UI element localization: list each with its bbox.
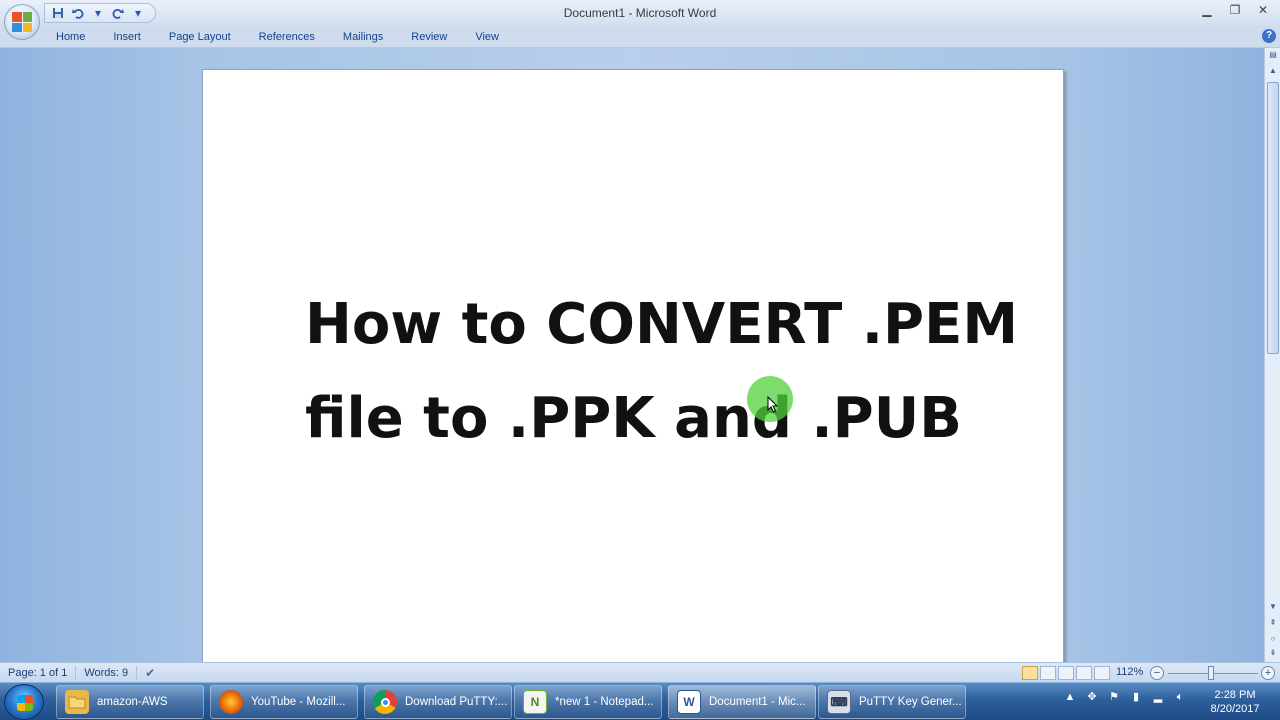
mouse-pointer-icon [767,396,779,413]
previous-page-icon[interactable]: ⇞ [1266,616,1280,630]
ribbon-tab-bar: Home Insert Page Layout References Maili… [0,26,1280,48]
chrome-icon [373,690,397,714]
browse-object-icon[interactable]: ○ [1266,632,1280,646]
zoom-level[interactable]: 112% [1116,666,1143,678]
outline-view-button[interactable] [1076,666,1092,680]
taskbar-item-chrome[interactable]: Download PuTTY:... [364,685,512,719]
battery-icon[interactable]: ▮ [1128,689,1144,705]
tab-mailings[interactable]: Mailings [329,26,397,48]
taskbar-clock[interactable]: 2:28 PM 8/20/2017 [1202,688,1268,716]
chevron-down-icon[interactable]: ▾ [91,6,105,20]
taskbar-item-label: YouTube - Mozill... [251,696,346,708]
document-page[interactable]: How to CONVERT .PEM file to .PPK and .PU… [202,69,1064,662]
close-icon[interactable]: ✕ [1254,2,1272,18]
office-logo-icon [12,12,32,32]
document-text-line[interactable]: How to CONVERT .PEM [305,292,1018,357]
zoom-slider-thumb[interactable] [1208,666,1214,680]
redo-icon[interactable] [111,6,125,20]
system-tray: ▲ ✥ ⚑ ▮ ▂ 🔈︎ [1062,689,1188,705]
page-count[interactable]: Page: 1 of 1 [0,665,77,680]
taskbar-item-label: Download PuTTY:... [405,696,508,708]
draft-view-button[interactable] [1094,666,1110,680]
firefox-icon [219,690,243,714]
clock-time: 2:28 PM [1214,689,1256,701]
taskbar-item-word[interactable]: W Document1 - Mic... [668,685,816,719]
word-icon: W [677,690,701,714]
scroll-up-icon[interactable]: ▲ [1266,64,1280,78]
taskbar-item-amazon-aws[interactable]: amazon-AWS [56,685,204,719]
view-ruler-icon[interactable]: ▤ [1266,48,1280,62]
print-layout-view-button[interactable] [1022,666,1038,680]
save-icon[interactable] [51,6,65,20]
quick-access-toolbar: ▾ ▾ [44,3,156,23]
taskbar-item-notepad-plus-plus[interactable]: N *new 1 - Notepad... [514,685,662,719]
flag-icon[interactable]: ⚑ [1106,689,1122,705]
tab-home[interactable]: Home [42,26,99,48]
scroll-down-icon[interactable]: ▼ [1266,600,1280,614]
status-bar: Page: 1 of 1 Words: 9 ✔ 112% − + [0,662,1280,682]
taskbar-item-label: amazon-AWS [97,696,168,708]
window-controls: ▁ ❐ ✕ [1198,2,1272,18]
full-screen-reading-view-button[interactable] [1040,666,1056,680]
taskbar-item-puttygen[interactable]: ⌨ PuTTY Key Gener... [818,685,966,719]
zoom-out-button[interactable]: − [1150,666,1164,680]
puttygen-icon: ⌨ [827,690,851,714]
next-page-icon[interactable]: ⇟ [1266,646,1280,660]
taskbar-item-label: *new 1 - Notepad... [555,696,654,708]
title-bar: Document1 - Microsoft Word ▾ ▾ ▁ ❐ ✕ [0,0,1280,26]
start-button[interactable] [4,684,44,720]
customize-qat-icon[interactable]: ▾ [131,6,145,20]
taskbar-item-label: PuTTY Key Gener... [859,696,962,708]
window-title: Document1 - Microsoft Word [563,6,717,20]
help-icon[interactable]: ? [1262,29,1276,43]
zoom-in-button[interactable]: + [1261,666,1275,680]
tab-review[interactable]: Review [397,26,461,48]
view-buttons [1022,666,1110,680]
signal-icon[interactable]: ▂ [1150,689,1166,705]
vertical-scrollbar[interactable]: ▤ ▲ ▼ ⇞ ○ ⇟ [1264,48,1280,662]
restore-icon[interactable]: ❐ [1226,2,1244,18]
proofing-check-icon[interactable]: ✔ [143,666,157,680]
web-layout-view-button[interactable] [1058,666,1074,680]
tab-insert[interactable]: Insert [99,26,155,48]
tab-page-layout[interactable]: Page Layout [155,26,245,48]
notepad-plus-plus-icon: N [523,690,547,714]
show-hidden-icons-icon[interactable]: ▲ [1062,689,1078,705]
minimize-icon[interactable]: ▁ [1198,2,1216,18]
tab-view[interactable]: View [461,26,513,48]
tab-references[interactable]: References [245,26,329,48]
undo-icon[interactable] [71,6,85,20]
folder-icon [65,690,89,714]
taskbar: amazon-AWS YouTube - Mozill... Download … [0,682,1280,720]
clock-date: 8/20/2017 [1210,703,1260,715]
office-button[interactable] [4,4,40,40]
word-count[interactable]: Words: 9 [76,665,138,680]
ribbon-tabs: Home Insert Page Layout References Maili… [42,26,513,48]
taskbar-item-firefox[interactable]: YouTube - Mozill... [210,685,358,719]
volume-icon[interactable]: 🔈︎ [1172,689,1188,705]
scroll-thumb[interactable] [1267,82,1279,354]
network-settings-icon[interactable]: ✥ [1084,689,1100,705]
document-text-line[interactable]: file to .PPK and .PUB [305,386,962,451]
taskbar-item-label: Document1 - Mic... [709,696,806,708]
document-workspace: How to CONVERT .PEM file to .PPK and .PU… [0,48,1264,662]
